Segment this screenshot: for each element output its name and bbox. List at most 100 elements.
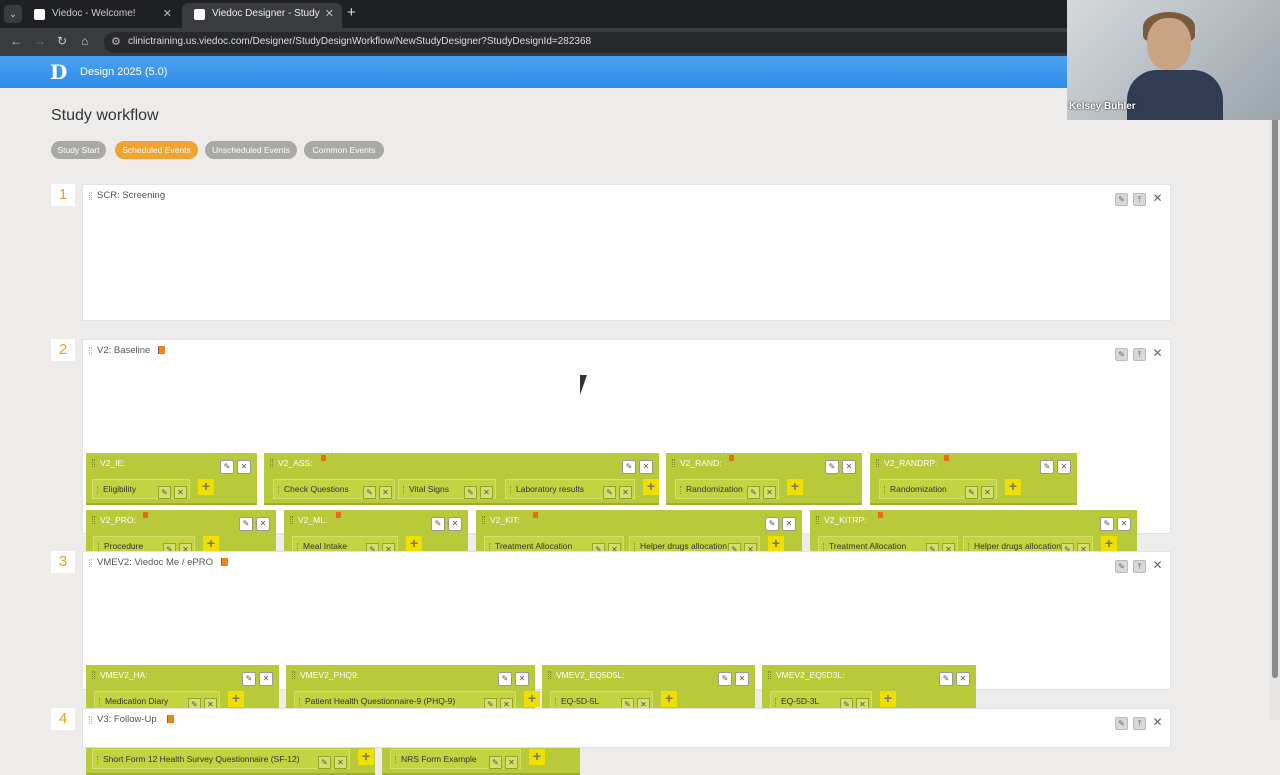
filter-scheduled-events[interactable]: Scheduled Events (115, 141, 198, 159)
reload-icon[interactable]: ↻ (57, 34, 67, 48)
pencil-icon[interactable]: ✎ (718, 672, 732, 686)
drag-handle-icon[interactable] (89, 347, 92, 355)
add-form-button[interactable]: + (228, 691, 244, 707)
drag-handle-icon[interactable] (92, 516, 95, 524)
scrollbar-thumb[interactable] (1272, 118, 1278, 678)
drag-handle-icon[interactable] (816, 516, 819, 524)
back-icon[interactable]: ← (10, 34, 22, 48)
close-icon[interactable]: ✕ (480, 486, 493, 499)
drag-handle-icon[interactable] (395, 756, 397, 764)
close-icon[interactable]: ✕ (259, 672, 273, 686)
drag-handle-icon[interactable] (510, 486, 512, 494)
drag-handle-icon[interactable] (97, 486, 99, 494)
drag-handle-icon[interactable] (672, 459, 675, 467)
add-form-button[interactable]: + (643, 479, 659, 495)
add-form-button[interactable]: + (358, 749, 374, 765)
close-icon[interactable]: ✕ (448, 517, 462, 531)
drag-handle-icon[interactable] (482, 516, 485, 524)
add-form-button[interactable]: + (406, 536, 422, 552)
activity-name[interactable]: VMEV2_EQ5D5L: (556, 670, 625, 680)
close-icon[interactable]: ✕ (1151, 347, 1164, 361)
drag-handle-icon[interactable] (489, 543, 491, 551)
drag-handle-icon[interactable] (89, 716, 92, 724)
activity-name[interactable]: V2_ASS: (278, 458, 313, 468)
pencil-icon[interactable]: ✎ (825, 460, 839, 474)
close-icon[interactable]: ✕ (956, 672, 970, 686)
activity-name[interactable]: VMEV2_PHQ9: (300, 670, 359, 680)
add-form-button[interactable]: + (198, 479, 214, 495)
pencil-icon[interactable]: ✎ (498, 672, 512, 686)
close-icon[interactable]: ✕ (379, 486, 392, 499)
drag-handle-icon[interactable] (99, 698, 101, 706)
move-top-icon[interactable]: ⤒ (1133, 717, 1146, 730)
browser-tab-welcome[interactable]: Viedoc - Welcome! ✕ (22, 3, 180, 28)
form-item[interactable]: NRS Form Example ✎ ✕ (390, 749, 521, 769)
activity-name[interactable]: V2_RANDRP: (884, 458, 937, 468)
pencil-icon[interactable]: ✎ (489, 756, 502, 769)
form-item[interactable]: Randomization ✎ ✕ (879, 479, 997, 499)
drag-handle-icon[interactable] (98, 543, 100, 551)
drag-handle-icon[interactable] (278, 486, 280, 494)
drag-handle-icon[interactable] (403, 486, 405, 494)
add-form-button[interactable]: + (203, 536, 219, 552)
activity-name[interactable]: V2_RAND: (680, 458, 722, 468)
filter-common-events[interactable]: Common Events (304, 141, 384, 159)
move-top-icon[interactable]: ⤒ (1133, 560, 1146, 573)
pencil-icon[interactable]: ✎ (242, 672, 256, 686)
pencil-icon[interactable]: ✎ (965, 486, 978, 499)
drag-handle-icon[interactable] (548, 671, 551, 679)
drag-handle-icon[interactable] (555, 698, 557, 706)
drag-handle-icon[interactable] (884, 486, 886, 494)
add-form-button[interactable]: + (1101, 536, 1117, 552)
close-icon[interactable]: ✕ (256, 517, 270, 531)
tab-close-icon[interactable]: ✕ (163, 3, 172, 25)
close-icon[interactable]: ✕ (981, 486, 994, 499)
drag-handle-icon[interactable] (823, 543, 825, 551)
add-form-button[interactable]: + (1005, 479, 1021, 495)
pencil-icon[interactable]: ✎ (603, 486, 616, 499)
close-icon[interactable]: ✕ (735, 672, 749, 686)
close-icon[interactable]: ✕ (639, 460, 653, 474)
drag-handle-icon[interactable] (968, 543, 970, 551)
add-form-button[interactable]: + (787, 479, 803, 495)
close-icon[interactable]: ✕ (505, 756, 518, 769)
filter-study-start[interactable]: Study Start (51, 141, 106, 159)
tab-search-icon[interactable]: ⌄ (4, 5, 22, 23)
viedoc-logo-icon[interactable]: D (50, 60, 67, 84)
pencil-icon[interactable]: ✎ (158, 486, 171, 499)
activity-name[interactable]: V2_IE: (100, 458, 126, 468)
close-icon[interactable]: ✕ (1151, 559, 1164, 573)
close-icon[interactable]: ✕ (1057, 460, 1071, 474)
page-scrollbar[interactable] (1270, 88, 1280, 720)
drag-handle-icon[interactable] (876, 459, 879, 467)
drag-handle-icon[interactable] (680, 486, 682, 494)
add-form-button[interactable]: + (880, 691, 896, 707)
activity-name[interactable]: VMEV2_EQ5D3L: (776, 670, 845, 680)
drag-handle-icon[interactable] (97, 756, 99, 764)
pencil-icon[interactable]: ✎ (464, 486, 477, 499)
drag-handle-icon[interactable] (89, 559, 92, 567)
filter-unscheduled-events[interactable]: Unscheduled Events (205, 141, 297, 159)
pencil-icon[interactable]: ✎ (318, 756, 331, 769)
drag-handle-icon[interactable] (775, 698, 777, 706)
forward-icon[interactable]: → (34, 34, 46, 48)
home-icon[interactable]: ⌂ (81, 34, 88, 48)
close-icon[interactable]: ✕ (334, 756, 347, 769)
pencil-icon[interactable]: ✎ (1100, 517, 1114, 531)
form-item[interactable]: Randomization ✎ ✕ (675, 479, 779, 499)
pencil-icon[interactable]: ✎ (939, 672, 953, 686)
activity-name[interactable]: V2_PRO: (100, 515, 136, 525)
pencil-icon[interactable]: ✎ (431, 517, 445, 531)
add-form-button[interactable]: + (524, 691, 540, 707)
form-item[interactable]: Check Questions ✎✕ (273, 479, 395, 499)
form-item[interactable]: Short Form 12 Health Survey Questionnair… (92, 749, 350, 769)
activity-name[interactable]: V2_KITRP: (824, 515, 867, 525)
pencil-icon[interactable]: ✎ (747, 486, 760, 499)
form-item[interactable]: Laboratory results ✎✕ (505, 479, 635, 499)
activity-name[interactable]: V2_KIT: (490, 515, 520, 525)
pencil-icon[interactable]: ✎ (239, 517, 253, 531)
drag-handle-icon[interactable] (270, 459, 273, 467)
close-icon[interactable]: ✕ (842, 460, 856, 474)
pencil-icon[interactable]: ✎ (1040, 460, 1054, 474)
activity-name[interactable]: V2_ML: (298, 515, 327, 525)
